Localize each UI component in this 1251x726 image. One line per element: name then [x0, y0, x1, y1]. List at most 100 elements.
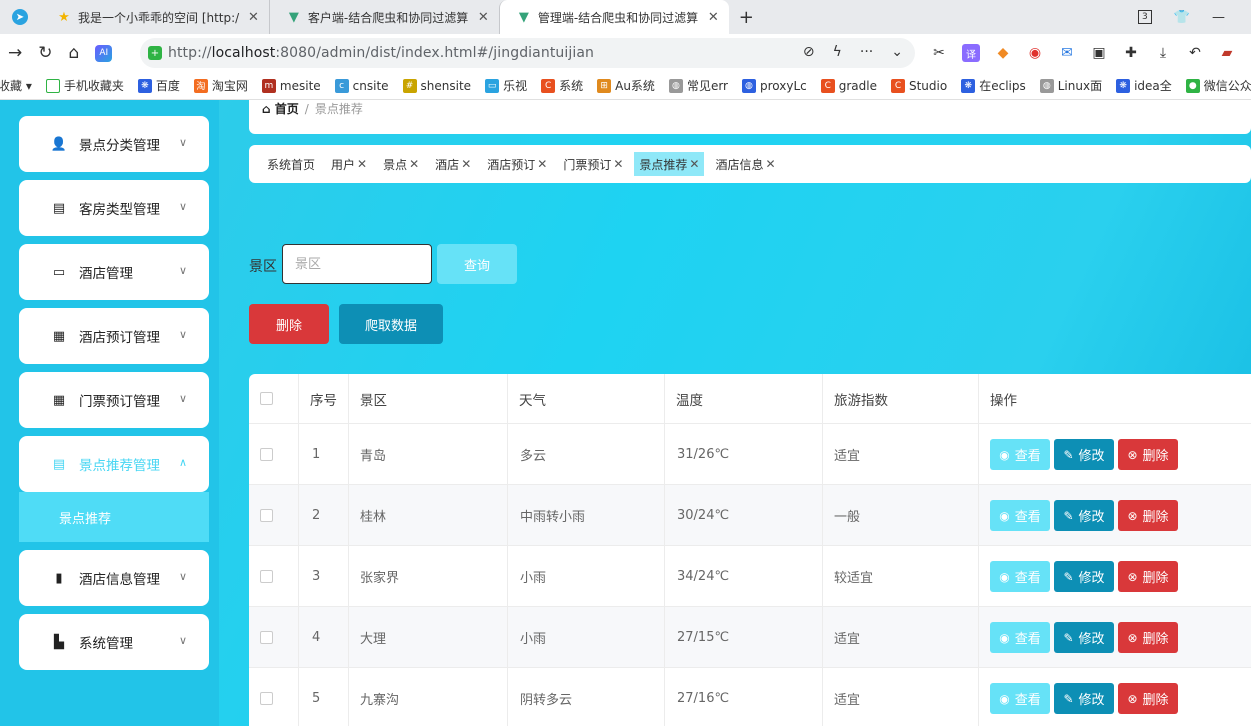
bookmark-item[interactable]: m mesite [261, 78, 321, 93]
bookmark-item[interactable]: ▭ 乐视 [485, 77, 527, 94]
close-icon[interactable]: ✕ [478, 10, 489, 25]
row-checkbox[interactable] [260, 546, 273, 606]
browser-tab-2[interactable]: ▼ 客户端-结合爬虫和协同过滤算 ✕ [268, 0, 499, 34]
url-field[interactable]: + http://localhost:8080/admin/dist/index… [140, 38, 915, 68]
view-button[interactable]: ◉ 查看 [990, 622, 1050, 653]
row-delete-button[interactable]: ⊗ 删除 [1118, 561, 1178, 592]
sidebar-item-hotel[interactable]: ▭ 酒店管理 ∨ [19, 244, 209, 300]
puzzle-icon[interactable]: ✚ [1122, 44, 1140, 62]
more-icon[interactable]: ··· [860, 44, 873, 60]
mail-icon[interactable]: ✉ [1058, 44, 1076, 62]
tab-count-badge[interactable]: 3 [1137, 10, 1152, 24]
bookmark-item[interactable]: c cnsite [334, 78, 389, 93]
ai-icon[interactable]: AI [95, 44, 113, 62]
tag-user[interactable]: 用户 ✕ [326, 152, 372, 176]
sidebar-item-scenic-category[interactable]: 👤 景点分类管理 ∨ [19, 116, 209, 172]
minimize-icon[interactable]: — [1212, 10, 1225, 25]
bookmark-item[interactable]: ◍ 常见err [668, 77, 728, 94]
close-icon[interactable]: ✕ [708, 10, 719, 25]
sidebar-item-ticket-booking[interactable]: ▦ 门票预订管理 ∨ [19, 372, 209, 428]
row-delete-button[interactable]: ⊗ 删除 [1118, 439, 1178, 470]
bookmark-item[interactable]: # shensite [402, 78, 471, 93]
search-input[interactable] [282, 244, 432, 284]
query-button[interactable]: 查询 [437, 244, 517, 284]
bookmark-item[interactable]: 收藏 ▾ [0, 77, 32, 94]
scissors-icon[interactable]: ✂ [930, 44, 948, 62]
sidebar-item-hotel-info[interactable]: ▮ 酒店信息管理 ∨ [19, 550, 209, 606]
eye-icon[interactable]: ◉ [1026, 44, 1044, 62]
tag-hotel-booking[interactable]: 酒店预订 ✕ [482, 152, 552, 176]
edit-button[interactable]: ✎ 修改 [1054, 683, 1114, 714]
browser-tab-1[interactable]: ★ 我是一个小乖乖的空间 [http:/ ✕ [40, 0, 269, 34]
lightning-icon[interactable]: ϟ [833, 44, 842, 60]
sidebar-item-room-type[interactable]: ▤ 客房类型管理 ∨ [19, 180, 209, 236]
browser-tab-3[interactable]: ▼ 管理端-结合爬虫和协同过滤算 ✕ [498, 0, 729, 34]
view-button[interactable]: ◉ 查看 [990, 500, 1050, 531]
close-icon[interactable]: ✕ [357, 157, 367, 171]
close-icon[interactable]: ✕ [537, 157, 547, 171]
sidebar-item-hotel-booking[interactable]: ▦ 酒店预订管理 ∨ [19, 308, 209, 364]
bookmark-item[interactable]: C 系统 [541, 77, 583, 94]
chevron-down-icon[interactable]: ⌄ [891, 44, 903, 60]
pencil-icon: ✎ [1063, 569, 1074, 584]
bookmark-item[interactable]: ❋ 百度 [137, 77, 180, 94]
bookmark-item[interactable]: 手机收藏夹 [45, 77, 124, 94]
sidebar-item-system[interactable]: ▙ 系统管理 ∨ [19, 614, 209, 670]
tag-scenic[interactable]: 景点 ✕ [378, 152, 424, 176]
collection-icon[interactable]: ▣ [1090, 44, 1108, 62]
bookmark-item[interactable]: ◍ proxyLc [741, 78, 807, 93]
tag-hotel[interactable]: 酒店 ✕ [430, 152, 476, 176]
crawl-data-button[interactable]: 爬取数据 [339, 304, 443, 344]
row-delete-button[interactable]: ⊗ 删除 [1118, 683, 1178, 714]
bookmark-item[interactable]: C Studio [890, 78, 947, 93]
edit-button[interactable]: ✎ 修改 [1054, 439, 1114, 470]
bag-icon[interactable]: ▰ [1218, 44, 1236, 62]
forward-icon[interactable]: → [8, 43, 22, 63]
tag-ticket-booking[interactable]: 门票预订 ✕ [558, 152, 628, 176]
close-icon[interactable]: ✕ [409, 157, 419, 171]
row-delete-button[interactable]: ⊗ 删除 [1118, 500, 1178, 531]
close-icon[interactable]: ✕ [613, 157, 623, 171]
shirt-icon[interactable]: 👕 [1174, 10, 1190, 25]
bookmark-item[interactable]: 淘淘宝网 [193, 77, 248, 94]
sidebar-item-scenic-recommend[interactable]: ▤ 景点推荐管理 ∧ [19, 436, 209, 492]
view-button[interactable]: ◉ 查看 [990, 439, 1050, 470]
row-checkbox[interactable] [260, 607, 273, 667]
undo-icon[interactable]: ↶ [1186, 44, 1204, 62]
close-icon[interactable]: ✕ [248, 10, 259, 25]
row-delete-button[interactable]: ⊗ 删除 [1118, 622, 1178, 653]
game-icon[interactable]: ◆ [994, 44, 1012, 62]
bookmark-item[interactable]: ❋ 在eclips [961, 77, 1026, 94]
row-checkbox[interactable] [260, 668, 273, 726]
bookmark-item[interactable]: ◍ Linux面 [1039, 77, 1102, 94]
bookmark-item[interactable]: ❋ idea全 [1116, 77, 1172, 94]
telegram-icon[interactable]: ➤ [0, 0, 40, 34]
close-icon[interactable]: ✕ [766, 157, 776, 171]
translate-icon[interactable]: 译 [962, 44, 980, 62]
download-icon[interactable]: ⤓ [1154, 44, 1172, 62]
compass-icon[interactable]: ⊘ [803, 44, 815, 60]
row-checkbox[interactable] [260, 424, 273, 484]
delete-button[interactable]: 删除 [249, 304, 329, 344]
new-tab-icon[interactable]: + [739, 7, 754, 28]
tag-home[interactable]: 系统首页 [262, 152, 320, 176]
bookmark-item[interactable]: ● 微信公众 [1185, 77, 1251, 94]
select-all-checkbox[interactable] [260, 374, 273, 423]
edit-button[interactable]: ✎ 修改 [1054, 622, 1114, 653]
edit-button[interactable]: ✎ 修改 [1054, 500, 1114, 531]
close-icon[interactable]: ✕ [461, 157, 471, 171]
submenu-scenic-recommend[interactable]: 景点推荐 [19, 492, 209, 542]
bookmark-item[interactable]: Cgradle [820, 78, 877, 93]
tag-hotel-info[interactable]: 酒店信息 ✕ [710, 152, 780, 176]
view-button[interactable]: ◉ 查看 [990, 683, 1050, 714]
tag-scenic-recommend[interactable]: 景点推荐 ✕ [634, 152, 705, 176]
edit-button[interactable]: ✎ 修改 [1054, 561, 1114, 592]
home-icon[interactable]: ⌂ [69, 43, 80, 63]
view-button[interactable]: ◉ 查看 [990, 561, 1050, 592]
reload-icon[interactable]: ↻ [38, 43, 52, 63]
row-checkbox[interactable] [260, 485, 273, 545]
breadcrumb-home[interactable]: ⌂ 首页 [262, 100, 299, 117]
chevron-down-icon: ∨ [178, 634, 187, 647]
close-icon[interactable]: ✕ [689, 157, 699, 171]
bookmark-item[interactable]: ⊞ Au系统 [597, 77, 655, 94]
